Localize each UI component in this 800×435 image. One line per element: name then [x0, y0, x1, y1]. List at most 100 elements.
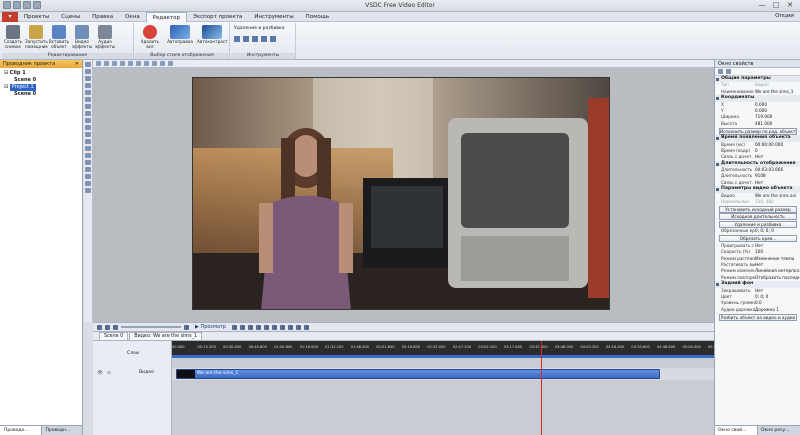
property-section-header[interactable]: Общие параметры — [715, 76, 800, 83]
tab-scene[interactable]: Scene 0 — [99, 332, 129, 340]
property-section-header[interactable]: Время появления объекта — [715, 135, 800, 142]
subtitle-icon[interactable] — [85, 125, 91, 130]
skip-start-icon[interactable] — [232, 324, 238, 330]
order-icon[interactable] — [152, 61, 157, 66]
video-effects-button[interactable]: Видео эффекты — [71, 24, 93, 52]
zoom-slider[interactable] — [121, 326, 181, 328]
property-value[interactable]: 0; 0; 0; 0 — [755, 228, 800, 234]
group-icon[interactable] — [160, 61, 165, 66]
tab-properties[interactable]: Окно свой... — [715, 426, 758, 435]
property-row[interactable]: Нормальные 720, 480 — [715, 199, 800, 205]
effect-icon[interactable] — [85, 153, 91, 158]
paste-icon[interactable] — [112, 61, 117, 66]
wizard-button[interactable]: Запустить помощник — [25, 24, 48, 52]
property-value[interactable]: 720, 480 — [755, 199, 800, 205]
grid-icon[interactable] — [168, 61, 173, 66]
audio-icon[interactable] — [85, 111, 91, 116]
tab-video-object[interactable]: Видео: We are the sims_1 — [129, 332, 203, 340]
image-icon[interactable] — [85, 97, 91, 102]
snapshot-button[interactable]: Создать снимок — [2, 24, 24, 52]
sprite-icon[interactable] — [85, 132, 91, 137]
menu-tab[interactable]: Сцены — [55, 12, 86, 22]
property-button[interactable]: Обрезать края... — [719, 235, 797, 243]
categorized-icon[interactable] — [718, 69, 723, 74]
video-icon[interactable] — [85, 104, 91, 109]
property-row[interactable]: Аудио дорожка Дорожка 1 — [715, 307, 800, 313]
stop-icon[interactable] — [264, 324, 270, 330]
property-button[interactable]: Исполнить размер по род. объекту — [719, 127, 797, 135]
tree-item-project[interactable]: ⊟ Project 1 — [2, 84, 80, 91]
rectangle-icon[interactable] — [85, 83, 91, 88]
delete-all-button[interactable]: Удалить все — [137, 24, 163, 52]
zoom-in-icon[interactable] — [97, 324, 102, 330]
lock-icon[interactable]: ⊙ — [107, 371, 111, 376]
autolevels-button[interactable]: Автоправка — [165, 24, 195, 52]
zoom-out-icon[interactable] — [105, 324, 110, 330]
ellipse-icon[interactable] — [85, 90, 91, 95]
chart-icon[interactable] — [85, 118, 91, 123]
tree-item-scene[interactable]: Scene 0 — [2, 77, 80, 84]
split-icon[interactable] — [243, 36, 249, 42]
insert-object-button[interactable]: Вставить объект — [48, 24, 70, 52]
property-button[interactable]: Разбить объект на видео и аудио — [719, 313, 797, 321]
scene-canvas[interactable] — [93, 68, 714, 322]
line-icon[interactable] — [85, 76, 91, 81]
align-icon[interactable] — [144, 61, 149, 66]
play-icon[interactable] — [248, 324, 254, 330]
loop-icon[interactable] — [288, 324, 294, 330]
shape-icon[interactable] — [85, 174, 91, 179]
tree-item-scene[interactable]: Scene 0 — [2, 91, 80, 98]
maximize-icon[interactable]: □ — [769, 0, 783, 11]
trim-icon[interactable] — [252, 36, 258, 42]
copy-icon[interactable] — [104, 61, 109, 66]
sort-icon[interactable] — [726, 69, 731, 74]
menu-tab[interactable]: Редактор — [145, 11, 187, 22]
property-row[interactable]: Обрезанные кра 0; 0; 0; 0 — [715, 228, 800, 234]
tab-resources[interactable]: Окно ресу... — [758, 426, 800, 435]
tab-objects-explorer[interactable]: Проводн... — [42, 426, 83, 435]
autocontrast-button[interactable]: Автоконтраст — [197, 24, 228, 52]
property-section-header[interactable]: Длительность отображения — [715, 160, 800, 168]
property-section-header[interactable]: Параметры видео объекта — [715, 186, 800, 193]
property-section-header[interactable]: Координаты — [715, 95, 800, 102]
gear-icon[interactable] — [85, 188, 91, 193]
rotate-right-icon[interactable] — [270, 36, 276, 42]
marker-icon[interactable] — [85, 160, 91, 165]
split-icon[interactable] — [304, 324, 310, 330]
property-button[interactable]: Удаление и разбивка — [719, 220, 797, 228]
playhead[interactable] — [541, 341, 542, 435]
redo-icon[interactable] — [136, 61, 141, 66]
pin-icon[interactable]: ✕ — [75, 60, 79, 68]
pointer-icon[interactable] — [85, 62, 91, 67]
property-value[interactable]: 481.000 — [755, 121, 800, 127]
audio-effects-button[interactable]: Аудио эффекты — [94, 24, 116, 52]
text-icon[interactable] — [85, 69, 91, 74]
menu-tab[interactable]: Помощь — [300, 12, 335, 22]
menu-tab[interactable]: Проекты — [18, 12, 55, 22]
property-row[interactable]: Высота 481.000 — [715, 121, 800, 127]
tree-item-clip[interactable]: ⊟ Clip 1 — [2, 70, 80, 77]
menu-tab[interactable]: Инструменты — [248, 12, 299, 22]
video-frame[interactable] — [192, 77, 610, 310]
property-button[interactable]: Исходная длительность — [719, 213, 797, 221]
video-clip[interactable]: We are the sims_1 — [176, 369, 660, 379]
rotate-left-icon[interactable] — [261, 36, 267, 42]
property-section-header[interactable]: Задний фон — [715, 281, 800, 288]
cut-icon[interactable] — [96, 61, 101, 66]
hand-icon[interactable] — [85, 146, 91, 151]
property-value[interactable]: Дорожка 1 — [755, 307, 800, 313]
tab-project-explorer[interactable]: Проводн... — [0, 426, 42, 435]
mask-icon[interactable] — [85, 181, 91, 186]
skip-end-icon[interactable] — [280, 324, 286, 330]
minimize-icon[interactable]: — — [755, 0, 769, 11]
options-menu[interactable]: Опции — [775, 13, 794, 19]
preview-button[interactable]: ▶ Просмотр — [192, 324, 229, 330]
menu-tab[interactable]: Правка — [86, 12, 119, 22]
undo-icon[interactable] — [128, 61, 133, 66]
eye-icon[interactable]: 👁 — [97, 371, 103, 376]
pause-icon[interactable] — [256, 324, 262, 330]
menu-tab[interactable]: Окна — [119, 12, 146, 22]
prev-frame-icon[interactable] — [240, 324, 246, 330]
zoom-icon[interactable] — [85, 139, 91, 144]
crop-icon[interactable] — [234, 36, 240, 42]
